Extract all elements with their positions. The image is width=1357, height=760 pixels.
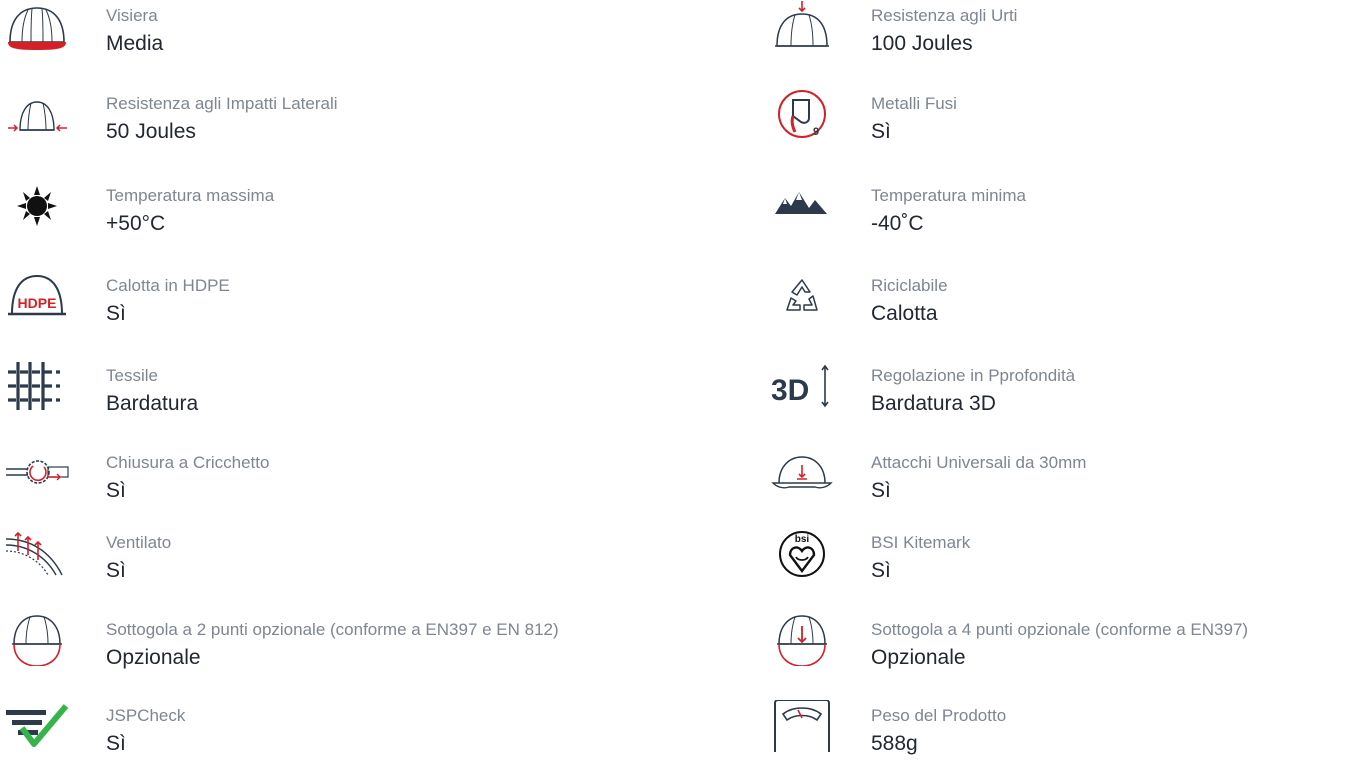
feature-universal-attachments: Attacchi Universali da 30mm Sì (765, 447, 1357, 507)
feature-label: Calotta in HDPE (106, 276, 230, 295)
feature-molten-metal: 9 Metalli Fusi Sì (765, 88, 1357, 148)
feature-label: Resistenza agli Urti (871, 6, 1018, 25)
feature-value: 50 Joules (106, 120, 196, 143)
feature-value: -40˚C (871, 212, 924, 235)
feature-value: Sì (871, 120, 891, 143)
feature-label: Riciclabile (871, 276, 948, 295)
feature-chinstrap-4pt: Sottogola a 4 punti opzionale (conforme … (765, 614, 1357, 674)
feature-jspcheck: JSPCheck Sì (0, 700, 700, 760)
helmet-side-impact-icon (0, 88, 75, 140)
feature-label: Resistenza agli Impatti Laterali (106, 94, 338, 113)
feature-label: BSI Kitemark (871, 533, 971, 552)
feature-chinstrap-2pt: Sottogola a 2 punti opzionale (conforme … (0, 614, 700, 674)
ventilation-icon (0, 527, 75, 579)
feature-label: Temperatura massima (106, 186, 275, 205)
feature-label: Sottogola a 2 punti opzionale (conforme … (106, 620, 559, 639)
feature-value: +50°C (106, 212, 166, 235)
sun-icon (0, 180, 75, 232)
feature-value: Sì (871, 559, 891, 582)
feature-value: Sì (871, 479, 891, 502)
bsi-kitemark-icon: bsi (765, 527, 840, 579)
molten-metal-number: 9 (813, 126, 819, 138)
helmet-visor-icon (0, 0, 75, 52)
feature-value: Bardatura 3D (871, 392, 996, 415)
feature-value: Bardatura (106, 392, 199, 415)
depth-3d-icon: 3D (765, 360, 840, 412)
feature-label: Ventilato (106, 533, 172, 552)
feature-label: JSPCheck (106, 706, 186, 725)
feature-label: Chiusura a Cricchetto (106, 453, 270, 472)
depth-3d-text: 3D (771, 374, 809, 407)
helmet-chinstrap-2pt-icon (0, 614, 75, 666)
feature-visor: Visiera Media (0, 0, 700, 60)
feature-ratchet: Chiusura a Cricchetto Sì (0, 447, 700, 507)
feature-value: Calotta (871, 302, 938, 325)
scale-icon (765, 700, 840, 752)
hdpe-text: HDPE (18, 295, 57, 311)
feature-value: Media (106, 32, 164, 55)
feature-label: Visiera (106, 6, 158, 25)
feature-max-temperature: Temperatura massima +50°C (0, 180, 700, 240)
feature-label: Temperatura minima (871, 186, 1026, 205)
feature-bsi-kitemark: bsi BSI Kitemark Sì (765, 527, 1357, 587)
feature-label: Attacchi Universali da 30mm (871, 453, 1087, 472)
feature-label: Metalli Fusi (871, 94, 957, 113)
mountains-icon (765, 180, 840, 232)
feature-value: 100 Joules (871, 32, 973, 55)
feature-label: Tessile (106, 366, 158, 385)
molten-metal-icon: 9 (765, 88, 840, 140)
feature-value: Opzionale (871, 646, 966, 669)
helmet-chinstrap-4pt-icon (765, 614, 840, 666)
feature-recyclable: Riciclabile Calotta (765, 270, 1357, 330)
ratchet-icon (0, 447, 75, 499)
feature-value: Sì (106, 302, 126, 325)
helmet-hdpe-icon: HDPE (0, 270, 75, 322)
helmet-impact-icon (765, 0, 840, 52)
bsi-text: bsi (795, 534, 810, 545)
feature-product-weight: Peso del Prodotto 588g (765, 700, 1357, 760)
recycle-icon (765, 270, 840, 322)
feature-value: Sì (106, 479, 126, 502)
feature-ventilated: Ventilato Sì (0, 527, 700, 587)
feature-label: Regolazione in Pprofondità (871, 366, 1076, 385)
feature-value: Sì (106, 559, 126, 582)
feature-3d-depth: 3D Regolazione in Pprofondità Bardatura … (765, 360, 1357, 420)
feature-side-impact: Resistenza agli Impatti Laterali 50 Joul… (0, 88, 700, 148)
feature-textile: Tessile Bardatura (0, 360, 700, 420)
feature-label: Sottogola a 4 punti opzionale (conforme … (871, 620, 1249, 639)
feature-label: Peso del Prodotto (871, 706, 1007, 725)
feature-min-temperature: Temperatura minima -40˚C (765, 180, 1357, 240)
feature-value: Sì (106, 732, 126, 755)
feature-impact-resistance: Resistenza agli Urti 100 Joules (765, 0, 1357, 60)
helmet-attachment-icon (765, 447, 840, 499)
feature-value: Opzionale (106, 646, 201, 669)
feature-hdpe-shell: HDPE Calotta in HDPE Sì (0, 270, 700, 330)
jspcheck-icon (0, 700, 75, 752)
feature-value: 588g (871, 732, 918, 755)
textile-grid-icon (0, 360, 75, 412)
